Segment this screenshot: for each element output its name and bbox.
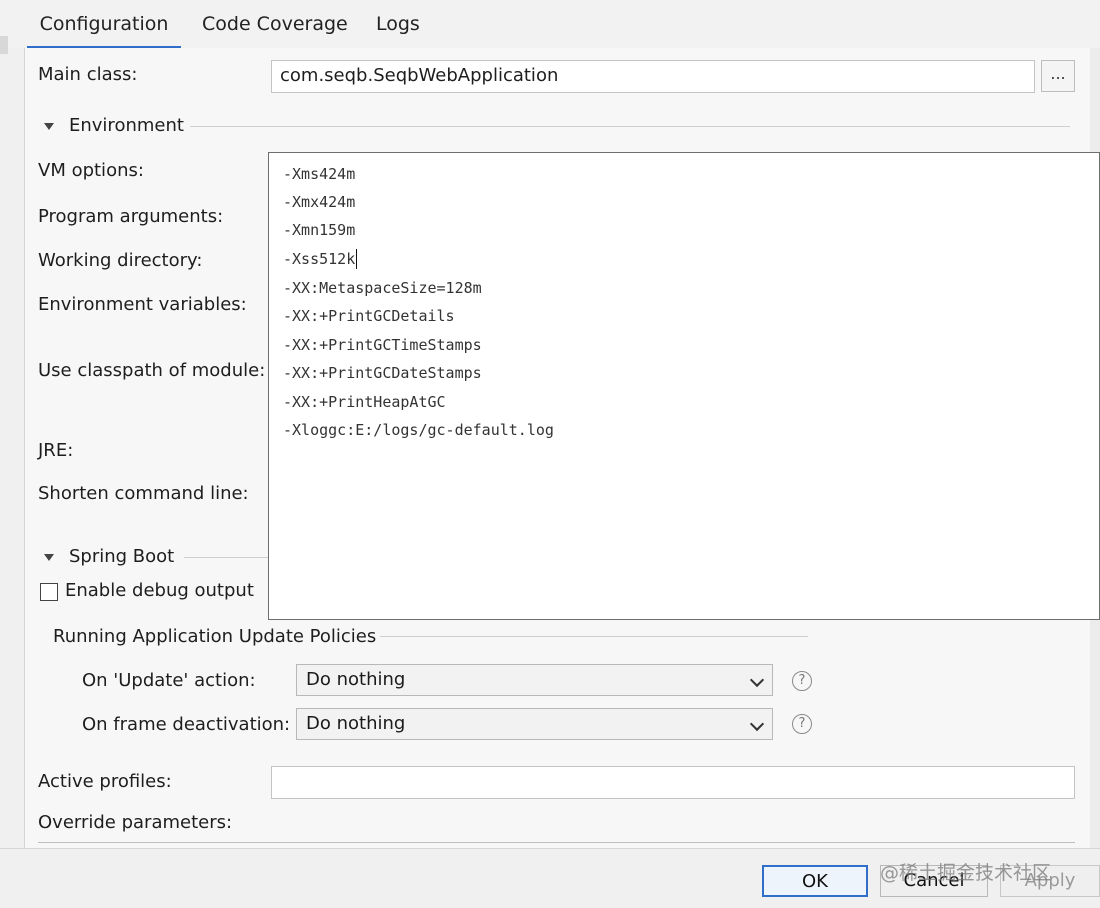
tab-bar: Configuration Code Coverage Logs	[0, 0, 1100, 49]
on-frame-deactivation-value: Do nothing	[306, 713, 406, 734]
working-directory-label: Working directory:	[38, 250, 203, 271]
vm-option-line: -Xms424m	[283, 165, 356, 183]
jre-label: JRE:	[38, 440, 74, 461]
update-policies-divider	[380, 636, 808, 637]
chevron-down-icon	[749, 716, 765, 732]
active-profiles-input[interactable]	[271, 766, 1075, 799]
vm-options-expanded-editor[interactable]: -Xms424m -Xmx424m -Xmn159m -Xss512k -XX:…	[268, 152, 1100, 620]
text-caret	[356, 249, 357, 269]
tab-logs[interactable]: Logs	[376, 0, 420, 48]
on-frame-deactivation-select[interactable]: Do nothing	[296, 708, 773, 740]
spring-boot-expand-icon[interactable]	[44, 554, 54, 561]
program-arguments-label: Program arguments:	[38, 206, 224, 227]
chevron-down-icon	[749, 672, 765, 688]
vm-option-line: -Xmx424m	[283, 193, 356, 211]
tab-code-coverage[interactable]: Code Coverage	[202, 0, 348, 48]
dialog-footer-separator	[0, 848, 1100, 849]
question-circle-icon[interactable]: ?	[792, 671, 812, 691]
watermark-text: @稀土掘金技术社区	[880, 862, 1052, 884]
environment-section-label: Environment	[69, 115, 184, 136]
on-update-value: Do nothing	[306, 669, 406, 690]
on-update-select[interactable]: Do nothing	[296, 664, 773, 696]
ok-button[interactable]: OK	[762, 865, 868, 897]
vm-option-line: -XX:+PrintGCDetails	[283, 307, 455, 325]
spring-boot-divider	[184, 557, 268, 558]
on-update-label: On 'Update' action:	[82, 670, 256, 691]
classpath-module-label: Use classpath of module:	[38, 360, 266, 381]
update-policies-label: Running Application Update Policies	[53, 626, 377, 647]
question-circle-icon[interactable]: ?	[792, 714, 812, 734]
active-profiles-label: Active profiles:	[38, 771, 172, 792]
environment-divider	[190, 126, 1070, 127]
browse-main-class-button[interactable]: ...	[1041, 60, 1075, 92]
vm-option-line: -Xmn159m	[283, 221, 356, 239]
enable-debug-label[interactable]: Enable debug output	[65, 580, 254, 601]
vm-option-line: -XX:+PrintGCDateStamps	[283, 364, 482, 382]
spring-boot-section-label: Spring Boot	[69, 546, 175, 567]
environment-variables-label: Environment variables:	[38, 294, 247, 315]
main-class-label: Main class:	[38, 64, 138, 85]
vm-option-line: -XX:+PrintGCTimeStamps	[283, 336, 482, 354]
shorten-command-line-label: Shorten command line:	[38, 483, 249, 504]
main-class-value: com.seqb.SeqbWebApplication	[280, 65, 559, 86]
vm-option-line: -XX:+PrintHeapAtGC	[283, 393, 446, 411]
on-frame-deactivation-label: On frame deactivation:	[82, 714, 291, 735]
override-parameters-table-edge	[38, 842, 1075, 843]
vm-options-label: VM options:	[38, 160, 144, 181]
vm-option-line: -XX:MetaspaceSize=128m	[283, 279, 482, 297]
tab-configuration[interactable]: Configuration	[27, 0, 181, 49]
environment-expand-icon[interactable]	[44, 123, 54, 130]
vm-option-line: -Xloggc:E:/logs/gc-default.log	[283, 421, 554, 439]
main-class-input[interactable]: com.seqb.SeqbWebApplication	[271, 60, 1035, 93]
vm-option-line: -Xss512k	[283, 250, 356, 268]
override-parameters-label: Override parameters:	[38, 812, 233, 833]
enable-debug-checkbox[interactable]	[40, 583, 58, 601]
window-edge	[0, 36, 8, 54]
